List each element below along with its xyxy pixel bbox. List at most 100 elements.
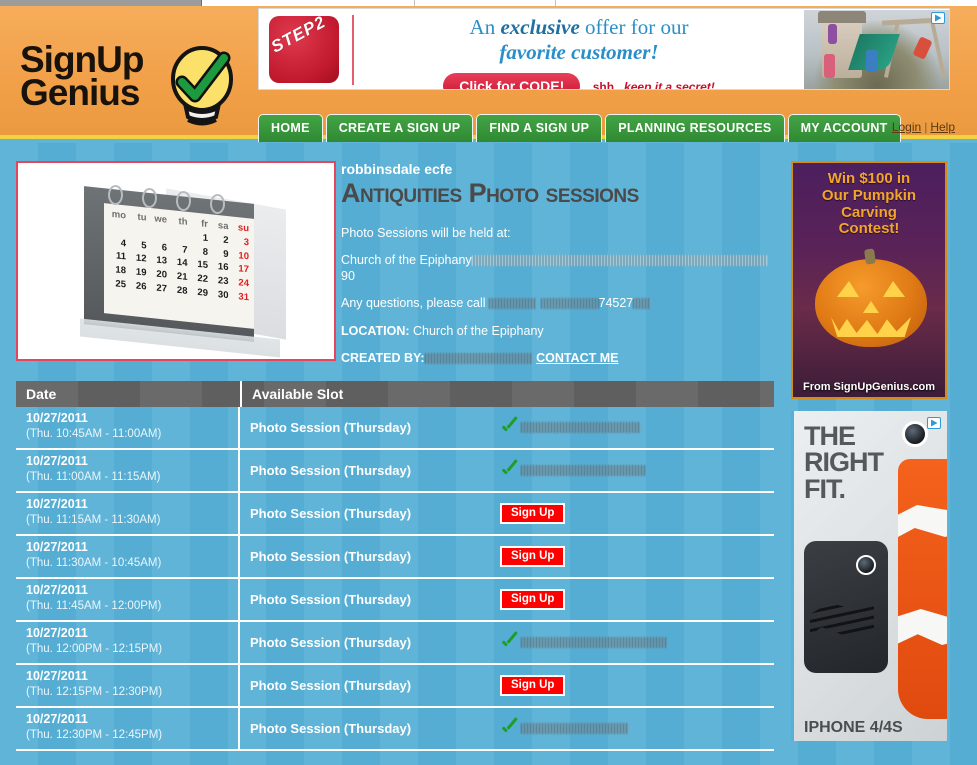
- banner-advertisement[interactable]: STEP2 An exclusive offer for our favorit…: [258, 8, 950, 90]
- slot-detail-cell: Photo Session (Thursday): [240, 407, 774, 448]
- banner-line1-post: offer for our: [579, 15, 689, 39]
- table-row: 10/27/2011 (Thu. 11:00AM - 11:15AM) Phot…: [16, 450, 774, 493]
- site-header: SignUp Genius STEP2 An exclusive offer f…: [0, 6, 977, 142]
- slot-date: 10/27/2011: [26, 583, 88, 597]
- banner-cta-button[interactable]: Click for CODE!: [443, 73, 581, 89]
- redacted-phone-suffix: [633, 298, 652, 310]
- table-row: 10/27/2011 (Thu. 11:30AM - 10:45AM) Phot…: [16, 536, 774, 579]
- slot-date-cell: 10/27/2011 (Thu. 12:30PM - 12:45PM): [16, 708, 240, 749]
- slot-date: 10/27/2011: [26, 540, 88, 554]
- slot-time: (Thu. 10:45AM - 11:00AM): [26, 427, 162, 440]
- nav-my-account[interactable]: MY ACCOUNT: [787, 114, 901, 142]
- contact-me-link[interactable]: CONTACT ME: [536, 351, 618, 365]
- slot-status-open: Sign Up: [500, 588, 566, 611]
- camera-lens-icon: [856, 555, 876, 575]
- redacted-signup-name: [521, 422, 641, 433]
- created-by-label: CREATED BY:: [341, 350, 425, 365]
- green-check-icon: [500, 462, 517, 479]
- slot-title: Photo Session (Thursday): [250, 549, 412, 564]
- slot-detail-cell: Photo Session (Thursday): [240, 708, 774, 749]
- signup-description-line-3: Any questions, please call 74527: [341, 295, 771, 311]
- signup-phone-tail: 74527: [598, 296, 634, 311]
- redacted-creator-name: [424, 352, 533, 364]
- slot-detail-cell: Photo Session (Thursday) Sign Up: [240, 493, 774, 534]
- pumpkin-ad-footer: From SignUpGenius.com: [802, 381, 935, 393]
- signup-description-line-2: Church of the Epiphany 90: [341, 252, 771, 285]
- help-link[interactable]: Help: [930, 120, 955, 134]
- slot-title: Photo Session (Thursday): [250, 635, 412, 650]
- slot-date-cell: 10/27/2011 (Thu. 11:00AM - 11:15AM): [16, 450, 240, 491]
- slot-detail-cell: Photo Session (Thursday): [240, 450, 774, 491]
- banner-secret-pre: shh...: [592, 80, 625, 90]
- slot-time: (Thu. 11:00AM - 11:15AM): [26, 470, 161, 483]
- adchoices-icon[interactable]: [931, 12, 945, 24]
- green-check-icon: [500, 419, 517, 436]
- signup-group-name: robbinsdale ecfe: [341, 161, 453, 177]
- slot-date-cell: 10/27/2011 (Thu. 10:45AM - 11:00AM): [16, 407, 240, 448]
- column-header-available-slot: Available Slot: [240, 381, 774, 407]
- signup-location-line: LOCATION: Church of the Epiphany: [341, 323, 771, 339]
- pumpkin-ad-line3: Carving: [841, 203, 897, 221]
- cal-day: 27: [156, 282, 167, 295]
- slot-title: Photo Session (Thursday): [250, 420, 412, 435]
- calendar-hero-image: mo tu we th fr sa su 1 2 3 4 5 6 7 8 9 1…: [16, 161, 336, 361]
- slot-detail-cell: Photo Session (Thursday): [240, 622, 774, 663]
- banner-divider: [352, 15, 354, 85]
- step2-brand-text: STEP2: [267, 12, 329, 57]
- calendar-page: mo tu we th fr sa su 1 2 3 4 5 6 7 8 9 1…: [104, 203, 254, 329]
- sign-up-button[interactable]: Sign Up: [500, 674, 566, 697]
- slot-title: Photo Session (Thursday): [250, 592, 412, 607]
- banner-secret-text: shh...keep it a secret!: [592, 80, 715, 90]
- black-phone-case-image: [804, 541, 888, 673]
- slot-time: (Thu. 11:30AM - 10:45AM): [26, 556, 162, 569]
- cal-day: 26: [135, 280, 147, 293]
- login-link[interactable]: Login: [892, 120, 921, 134]
- phone-ad-line1: THE: [804, 421, 856, 451]
- table-row: 10/27/2011 (Thu. 12:00PM - 12:15PM) Phot…: [16, 622, 774, 665]
- cal-day: 29: [197, 286, 208, 299]
- camera-lens-icon: [902, 421, 928, 447]
- slot-detail-cell: Photo Session (Thursday) Sign Up: [240, 579, 774, 620]
- phone-ad-line2: RIGHT: [804, 447, 884, 478]
- slot-status-filled: [500, 462, 645, 479]
- slot-detail-cell: Photo Session (Thursday) Sign Up: [240, 536, 774, 577]
- pumpkin-contest-ad[interactable]: Win $100 in Our Pumpkin Carving Contest!…: [791, 161, 947, 399]
- phone-ad-headline: THE RIGHT FIT.: [804, 421, 884, 502]
- adchoices-icon[interactable]: [927, 417, 941, 429]
- slot-status-filled: [500, 720, 629, 737]
- binder-ring-icon: [210, 194, 225, 214]
- main-navigation: HOME CREATE A SIGN UP FIND A SIGN UP PLA…: [258, 114, 901, 142]
- iphone-case-ad[interactable]: THE RIGHT FIT. IPHONE 4/4S: [791, 411, 947, 741]
- cal-day: 25: [115, 278, 126, 291]
- redacted-signup-name: [521, 637, 667, 648]
- table-row: 10/27/2011 (Thu. 12:15PM - 12:30PM) Phot…: [16, 665, 774, 708]
- signupgenius-logo[interactable]: SignUp Genius: [20, 41, 235, 129]
- pumpkin-ad-line1: Win $100 in: [827, 170, 911, 187]
- redacted-contact-name: [489, 298, 538, 310]
- slot-date: 10/27/2011: [26, 411, 88, 425]
- nav-home[interactable]: HOME: [258, 114, 323, 142]
- nav-planning-resources[interactable]: PLANNING RESOURCES: [605, 114, 785, 142]
- redacted-address: [471, 254, 767, 266]
- sign-up-button[interactable]: Sign Up: [500, 588, 566, 611]
- column-header-date: Date: [26, 386, 57, 402]
- signup-created-by-line: CREATED BY: CONTACT ME: [341, 350, 771, 366]
- table-row: 10/27/2011 (Thu. 10:45AM - 11:00AM) Phot…: [16, 407, 774, 450]
- sign-up-button[interactable]: Sign Up: [500, 545, 566, 568]
- nav-create-a-sign-up[interactable]: CREATE A SIGN UP: [325, 114, 474, 142]
- redacted-signup-name: [521, 465, 645, 476]
- pumpkin-ad-line4: Contest!: [838, 220, 900, 238]
- pumpkin-ad-line2: Our Pumpkin: [821, 186, 917, 204]
- pumpkin-ad-headline: Win $100 in Our Pumpkin Carving Contest!: [793, 163, 945, 238]
- slot-status-filled: [500, 419, 641, 436]
- signup-header: robbinsdale ecfe Antiquities Photo sessi…: [341, 161, 771, 377]
- nav-find-a-sign-up[interactable]: FIND A SIGN UP: [476, 114, 603, 142]
- signup-venue-tail: 90: [341, 269, 355, 284]
- table-header-row: Date Available Slot: [16, 381, 774, 407]
- location-value: Church of the Epiphany: [413, 323, 544, 338]
- sign-up-button[interactable]: Sign Up: [500, 502, 566, 525]
- slot-date-cell: 10/27/2011 (Thu. 12:15PM - 12:30PM): [16, 665, 240, 706]
- slot-date: 10/27/2011: [26, 712, 88, 726]
- cal-day-sunday: 31: [238, 291, 249, 304]
- slot-status-open: Sign Up: [500, 545, 566, 568]
